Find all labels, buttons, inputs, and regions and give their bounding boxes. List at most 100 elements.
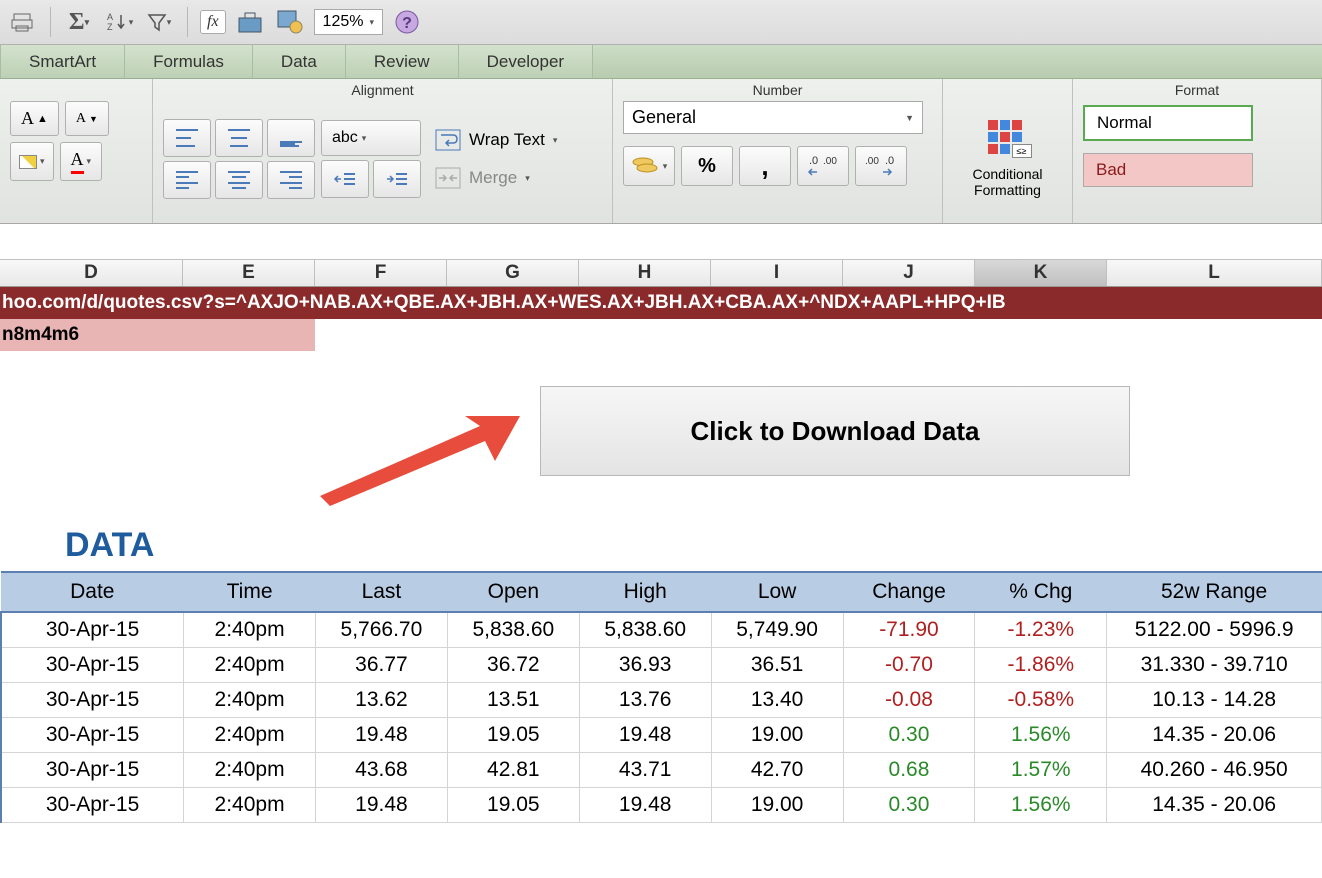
style-bad[interactable]: Bad <box>1083 153 1253 187</box>
col-header--chg[interactable]: % Chg <box>975 572 1107 612</box>
toolbox-icon[interactable] <box>234 6 266 38</box>
cell[interactable]: 2:40pm <box>184 683 316 718</box>
cell[interactable]: -1.86% <box>975 648 1107 683</box>
cell[interactable]: 36.93 <box>579 648 711 683</box>
column-header-j[interactable]: J <box>843 260 975 286</box>
cell[interactable]: 30-Apr-15 <box>1 788 184 823</box>
cell[interactable]: 0.30 <box>843 718 975 753</box>
cell[interactable]: 19.48 <box>315 718 447 753</box>
cell[interactable]: 1.57% <box>975 753 1107 788</box>
column-header-e[interactable]: E <box>183 260 315 286</box>
col-header-low[interactable]: Low <box>711 572 843 612</box>
number-format-select[interactable]: General ▼ <box>623 101 923 134</box>
cell[interactable]: 43.68 <box>315 753 447 788</box>
media-icon[interactable] <box>274 6 306 38</box>
cell[interactable]: -0.08 <box>843 683 975 718</box>
col-header-time[interactable]: Time <box>184 572 316 612</box>
cell[interactable]: 19.05 <box>447 718 579 753</box>
tab-smartart[interactable]: SmartArt <box>0 45 125 78</box>
wrap-text-button[interactable]: Wrap Text▾ <box>427 123 565 157</box>
cell[interactable]: 2:40pm <box>184 718 316 753</box>
url-cell-row1[interactable]: hoo.com/d/quotes.csv?s=^AXJO+NAB.AX+QBE.… <box>0 287 1322 319</box>
cell[interactable]: 13.51 <box>447 683 579 718</box>
cell[interactable]: 10.13 - 14.28 <box>1107 683 1322 718</box>
cell[interactable]: 36.72 <box>447 648 579 683</box>
cell[interactable]: 1.56% <box>975 718 1107 753</box>
cell[interactable]: 19.48 <box>579 718 711 753</box>
cell[interactable]: -71.90 <box>843 612 975 648</box>
col-header-52w-range[interactable]: 52w Range <box>1107 572 1322 612</box>
cell[interactable]: 30-Apr-15 <box>1 718 184 753</box>
tab-developer[interactable]: Developer <box>459 45 594 78</box>
decrease-font-button[interactable]: A▼ <box>65 101 109 136</box>
cell[interactable]: 1.56% <box>975 788 1107 823</box>
filter-icon[interactable]: ▾ <box>143 6 175 38</box>
col-header-high[interactable]: High <box>579 572 711 612</box>
cell[interactable]: 2:40pm <box>184 612 316 648</box>
cell[interactable]: 5,838.60 <box>579 612 711 648</box>
cell[interactable]: 5122.00 - 5996.9 <box>1107 612 1322 648</box>
cell[interactable]: -0.70 <box>843 648 975 683</box>
cell[interactable]: 30-Apr-15 <box>1 648 184 683</box>
column-header-i[interactable]: I <box>711 260 843 286</box>
col-header-date[interactable]: Date <box>1 572 184 612</box>
cell[interactable]: 40.260 - 46.950 <box>1107 753 1322 788</box>
cell[interactable]: -1.23% <box>975 612 1107 648</box>
column-header-f[interactable]: F <box>315 260 447 286</box>
column-header-h[interactable]: H <box>579 260 711 286</box>
cell[interactable]: 5,749.90 <box>711 612 843 648</box>
cell[interactable]: 36.77 <box>315 648 447 683</box>
column-header-g[interactable]: G <box>447 260 579 286</box>
font-color-button[interactable]: A▾ <box>60 142 103 181</box>
cell[interactable]: 36.51 <box>711 648 843 683</box>
print-icon[interactable] <box>6 6 38 38</box>
cell[interactable]: 0.68 <box>843 753 975 788</box>
tab-formulas[interactable]: Formulas <box>125 45 253 78</box>
tab-data[interactable]: Data <box>253 45 346 78</box>
conditional-formatting-button[interactable]: ≤≥ Conditional Formatting <box>953 120 1062 198</box>
cell[interactable]: 14.35 - 20.06 <box>1107 788 1322 823</box>
column-header-l[interactable]: L <box>1107 260 1322 286</box>
currency-button[interactable]: ▾ <box>623 146 675 186</box>
cell[interactable]: 5,838.60 <box>447 612 579 648</box>
cell[interactable]: 19.05 <box>447 788 579 823</box>
download-data-button[interactable]: Click to Download Data <box>540 386 1130 476</box>
style-normal[interactable]: Normal <box>1083 105 1253 141</box>
cell[interactable]: 31.330 - 39.710 <box>1107 648 1322 683</box>
cell[interactable]: 19.48 <box>579 788 711 823</box>
cell[interactable]: 43.71 <box>579 753 711 788</box>
decrease-decimal-button[interactable]: .00.0 <box>855 146 907 186</box>
fx-button[interactable]: fx <box>200 10 226 34</box>
url-cell-pink[interactable]: n8m4m6 <box>0 319 315 351</box>
col-header-change[interactable]: Change <box>843 572 975 612</box>
help-icon[interactable]: ? <box>391 6 423 38</box>
cell[interactable]: 5,766.70 <box>315 612 447 648</box>
increase-font-button[interactable]: A▲ <box>10 101 59 136</box>
cell[interactable]: 19.00 <box>711 718 843 753</box>
cell[interactable]: -0.58% <box>975 683 1107 718</box>
col-header-last[interactable]: Last <box>315 572 447 612</box>
percent-button[interactable]: % <box>681 146 733 186</box>
cell[interactable]: 14.35 - 20.06 <box>1107 718 1322 753</box>
tab-review[interactable]: Review <box>346 45 459 78</box>
cell[interactable]: 13.62 <box>315 683 447 718</box>
col-header-open[interactable]: Open <box>447 572 579 612</box>
column-header-d[interactable]: D <box>0 260 183 286</box>
cell[interactable]: 13.40 <box>711 683 843 718</box>
align-center-button[interactable] <box>215 161 263 199</box>
cell[interactable]: 19.48 <box>315 788 447 823</box>
cell[interactable]: 2:40pm <box>184 648 316 683</box>
decrease-indent-button[interactable] <box>321 160 369 198</box>
cell[interactable]: 0.30 <box>843 788 975 823</box>
align-top-button[interactable] <box>163 119 211 157</box>
increase-decimal-button[interactable]: .0.00 <box>797 146 849 186</box>
cell[interactable]: 19.00 <box>711 788 843 823</box>
increase-indent-button[interactable] <box>373 160 421 198</box>
orientation-button[interactable]: abc▾ <box>321 120 421 156</box>
align-middle-button[interactable] <box>215 119 263 157</box>
cell[interactable]: 30-Apr-15 <box>1 753 184 788</box>
comma-button[interactable]: , <box>739 146 791 186</box>
sort-icon[interactable]: AZ▾ <box>103 6 135 38</box>
align-right-button[interactable] <box>267 161 315 199</box>
align-bottom-button[interactable] <box>267 119 315 157</box>
